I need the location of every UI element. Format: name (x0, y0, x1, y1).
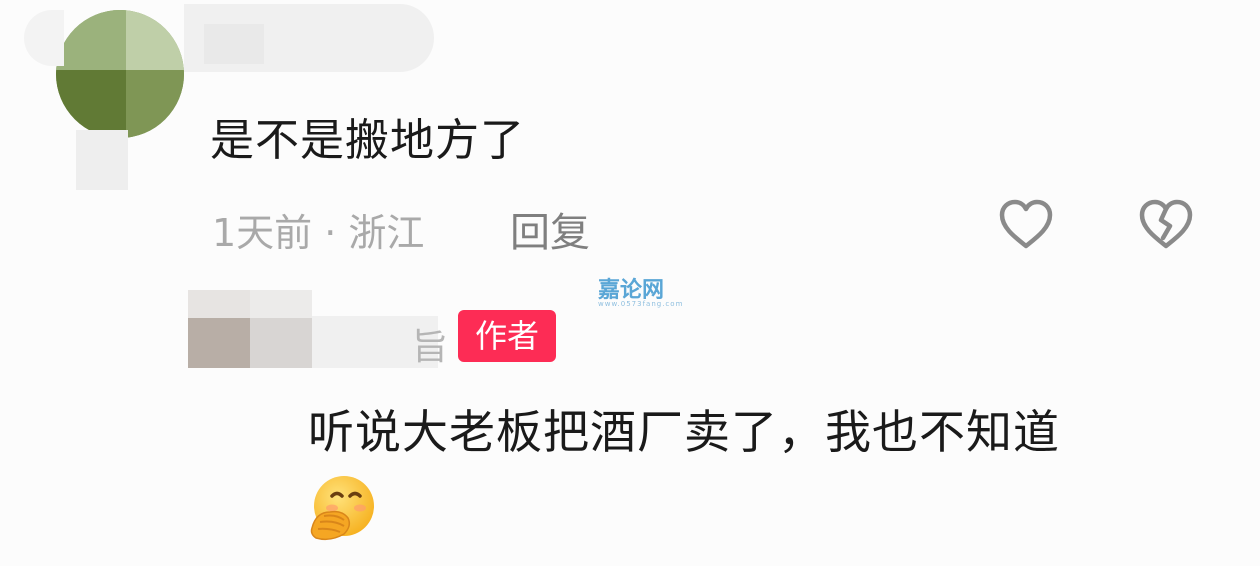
site-watermark: 嘉论网 www.0573fang.com (594, 272, 684, 316)
avatar-blur-extension (76, 130, 128, 190)
commenter-name-blurred (24, 4, 434, 72)
face-with-hand-over-mouth-emoji (306, 472, 378, 544)
watermark-url: www.0573fang.com (598, 300, 684, 308)
broken-heart-icon[interactable] (1136, 194, 1196, 254)
comment-text: 是不是搬地方了 (210, 115, 525, 166)
comment-meta: 1天前 · 浙江 (212, 211, 425, 255)
reply-author-avatar-blurred[interactable] (188, 290, 438, 368)
reply-text: 听说大老板把酒厂卖了，我也不知道 (308, 405, 1060, 459)
like-heart-icon[interactable] (996, 194, 1056, 254)
author-badge: 作者 (458, 310, 556, 362)
reply-author-name: 旨 (412, 327, 449, 368)
reply-button[interactable]: 回复 (510, 200, 590, 258)
